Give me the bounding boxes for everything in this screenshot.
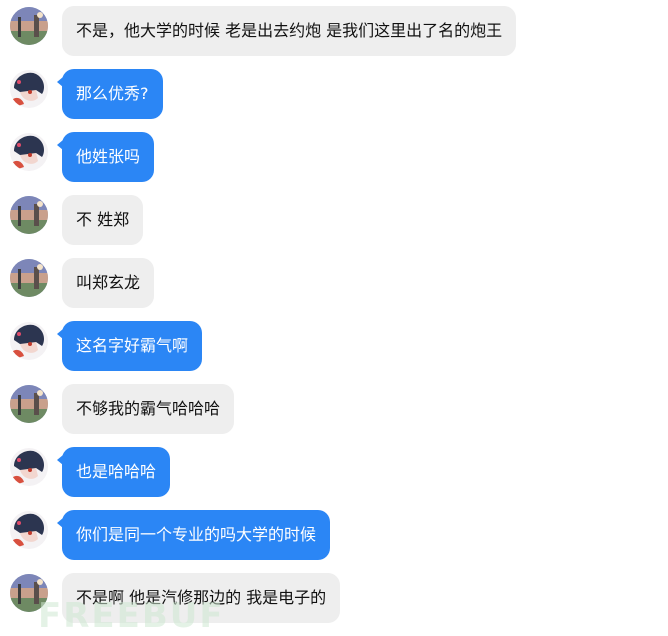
outgoing-message-bubble[interactable]: 那么优秀?	[57, 69, 163, 119]
landscape-avatar-icon[interactable]	[10, 574, 48, 612]
outgoing-message-bubble[interactable]: 你们是同一个专业的吗大学的时候	[56, 510, 331, 560]
message-row: 不 姓郑	[0, 195, 668, 247]
outgoing-message-bubble[interactable]: 这名字好霸气啊	[56, 321, 203, 371]
outgoing-message-bubble[interactable]: 他姓张吗	[56, 132, 155, 182]
incoming-message-bubble[interactable]: 不 姓郑	[62, 195, 144, 245]
chat-conversation: 不是，他大学的时候 老是出去约炮 是我们这里出了名的炮王 那么优秀? 他姓张吗 …	[0, 0, 668, 636]
outgoing-message-bubble[interactable]: 也是哈哈哈	[56, 447, 171, 497]
landscape-avatar-icon[interactable]	[10, 7, 48, 45]
anime-girl-avatar-icon[interactable]	[10, 70, 48, 108]
message-row: 他姓张吗	[0, 132, 668, 184]
incoming-message-bubble[interactable]: 不是，他大学的时候 老是出去约炮 是我们这里出了名的炮王	[62, 6, 517, 56]
incoming-message-bubble[interactable]: 不是啊 他是汽修那边的 我是电子的	[62, 573, 341, 623]
anime-girl-avatar-icon[interactable]	[10, 511, 48, 549]
landscape-avatar-icon[interactable]	[10, 385, 48, 423]
anime-girl-avatar-icon[interactable]	[10, 133, 48, 171]
landscape-avatar-icon[interactable]	[10, 259, 48, 297]
incoming-message-bubble[interactable]: 叫郑玄龙	[62, 258, 155, 308]
message-row: 那么优秀?	[0, 69, 668, 121]
message-row: 叫郑玄龙	[0, 258, 668, 310]
message-row: 这名字好霸气啊	[0, 321, 668, 373]
message-row: 你们是同一个专业的吗大学的时候	[0, 510, 668, 562]
message-row: 不是，他大学的时候 老是出去约炮 是我们这里出了名的炮王	[0, 6, 668, 58]
message-row: 不够我的霸气哈哈哈	[0, 384, 668, 436]
anime-girl-avatar-icon[interactable]	[10, 448, 48, 486]
landscape-avatar-icon[interactable]	[10, 196, 48, 234]
anime-girl-avatar-icon[interactable]	[10, 322, 48, 360]
message-row: 不是啊 他是汽修那边的 我是电子的	[0, 573, 668, 625]
incoming-message-bubble[interactable]: 不够我的霸气哈哈哈	[62, 384, 235, 434]
message-row: 也是哈哈哈	[0, 447, 668, 499]
